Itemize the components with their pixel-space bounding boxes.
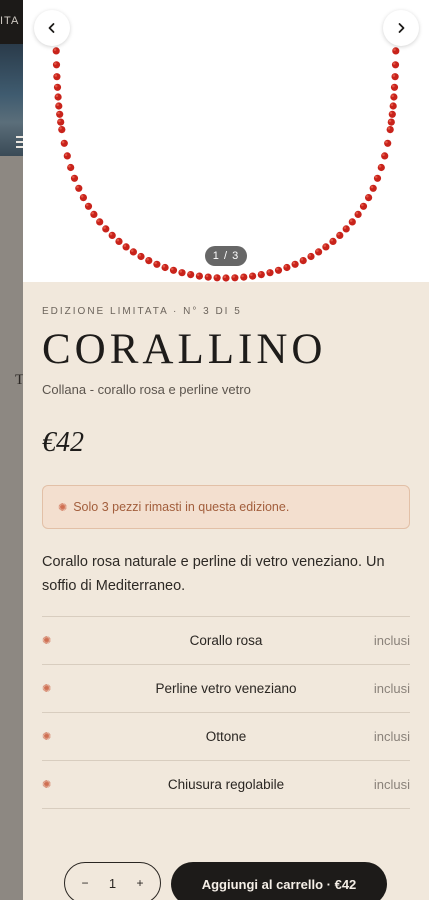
chevron-right-icon [398,23,405,33]
sparkle-icon: ✺ [58,501,68,514]
material-name: Corallo rosa [189,633,263,648]
list-item: ✺ Ottone inclusi [42,713,410,761]
material-status: inclusi [373,777,410,792]
increment-button[interactable]: + [134,876,146,890]
product-image-gallery[interactable]: 1 / 3 [23,0,429,282]
product-details: EDIZIONE LIMITATA · N° 3 DI 5 CORALLINO … [23,306,429,809]
product-price: €42 [42,427,84,458]
stock-notice-text: Solo 3 pezzi rimasti in questa edizione. [73,500,290,514]
cart-bar: − 1 + Aggiungi al carrello · €42 [23,862,429,900]
product-description: Corallo rosa naturale e perline di vetro… [42,554,385,594]
material-status: inclusi [373,729,410,744]
list-item: ✺ Perline vetro veneziano inclusi [42,665,410,713]
gallery-next-button[interactable] [383,10,419,46]
gallery-counter: 1 / 3 [205,246,247,266]
material-status: inclusi [373,681,410,696]
decrement-button[interactable]: − [79,876,91,890]
necklace-image [52,29,400,282]
gallery-prev-button[interactable] [34,10,70,46]
quantity-value[interactable]: 1 [109,876,116,891]
background-top-bar-text: ITA [0,15,20,27]
edition-label: EDIZIONE LIMITATA · N° 3 DI 5 [42,306,242,317]
stock-notice: ✺ Solo 3 pezzi rimasti in questa edizion… [42,485,410,529]
list-item: ✺ Corallo rosa inclusi [42,617,410,665]
quantity-stepper[interactable]: − 1 + [64,862,161,900]
add-to-cart-button[interactable]: Aggiungi al carrello · €42 [171,862,387,900]
product-drawer: 1 / 3 EDIZIONE LIMITATA · N° 3 DI 5 CORA… [23,0,429,900]
material-status: inclusi [373,633,410,648]
product-title: CORALLINO [42,326,327,373]
material-name: Chiusura regolabile [167,777,285,792]
product-subtitle: Collana - corallo rosa e perline vetro [42,382,251,397]
material-name: Ottone [205,729,247,744]
material-name: Perline vetro veneziano [155,681,297,696]
list-item: ✺ Chiusura regolabile inclusi [42,761,410,809]
materials-list: ✺ Corallo rosa inclusi ✺ Perline vetro v… [42,616,410,809]
chevron-left-icon [48,23,55,33]
